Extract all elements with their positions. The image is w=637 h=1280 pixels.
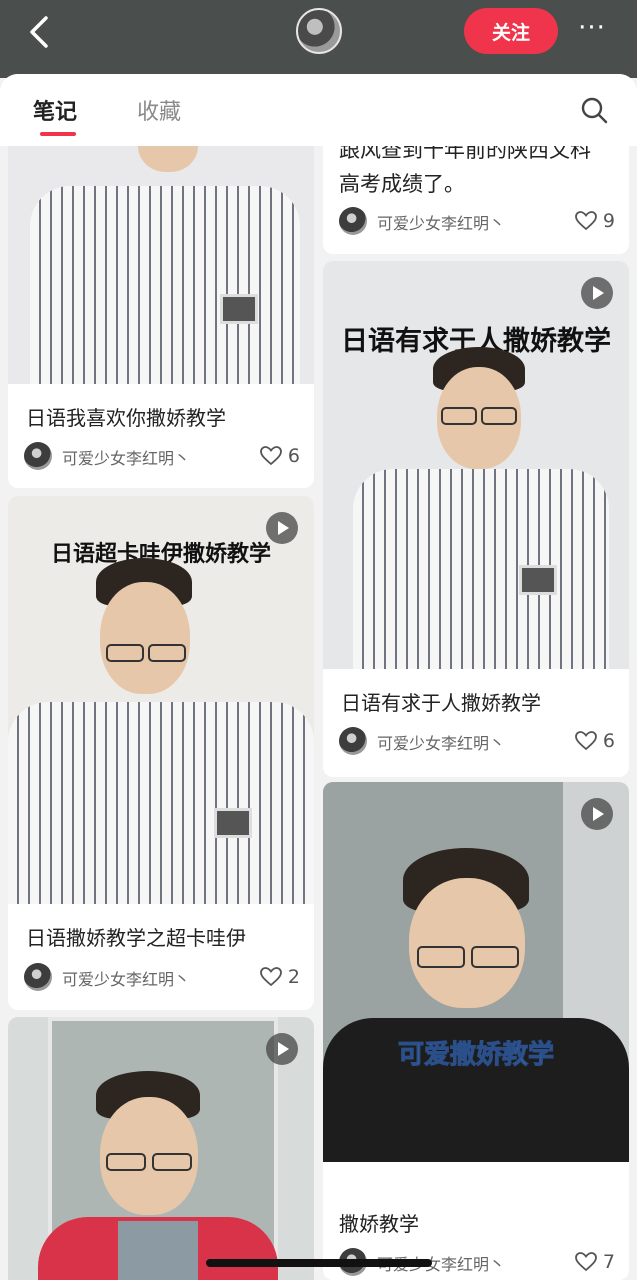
heart-icon	[575, 731, 597, 751]
note-title-line2: 高考成绩了。	[339, 172, 465, 196]
like-button[interactable]: 2	[260, 964, 300, 990]
note-title: 日语我喜欢你撒娇教学	[26, 406, 226, 430]
cover-overlay-text: 可爱撒娇教学	[397, 1040, 554, 1071]
heart-icon	[575, 211, 597, 231]
like-count: 6	[602, 730, 615, 752]
like-count: 2	[287, 966, 300, 988]
author-avatar[interactable]	[24, 963, 52, 991]
author-name[interactable]: 可爱少女李红明丶	[377, 730, 505, 754]
video-play-icon	[266, 1033, 298, 1065]
video-play-icon	[581, 277, 613, 309]
like-count: 9	[602, 210, 615, 232]
more-icon[interactable]: ···	[574, 15, 610, 44]
tab-bar: 笔记 收藏	[0, 74, 637, 146]
note-card[interactable]: 跟风查到十年前的陕西文科 高考成绩了。 可爱少女李红明丶 9	[323, 146, 629, 254]
home-indicator[interactable]	[206, 1259, 432, 1267]
active-tab-indicator	[40, 132, 76, 136]
author-name[interactable]: 可爱少女李红明丶	[62, 445, 190, 469]
note-title: 撒娇教学	[339, 1212, 419, 1236]
follow-button[interactable]: 关注	[464, 8, 558, 54]
note-cover-image	[8, 146, 314, 384]
like-button[interactable]: 6	[575, 728, 615, 754]
heart-icon	[575, 1252, 597, 1272]
author-name[interactable]: 可爱少女李红明丶	[62, 966, 190, 990]
author-avatar[interactable]	[339, 727, 367, 755]
top-bar: 关注 ···	[0, 0, 637, 78]
heart-icon	[260, 446, 282, 466]
tab-favorites[interactable]: 收藏	[137, 94, 181, 126]
note-cover-image: 可爱撒娇教学	[323, 782, 629, 1162]
note-cover-image: 日语有求于人撒娇教学	[323, 261, 629, 669]
heart-icon	[260, 967, 282, 987]
author-name[interactable]: 可爱少女李红明丶	[377, 210, 505, 234]
author-avatar[interactable]	[339, 207, 367, 235]
note-card[interactable]: 日语超卡哇伊撒娇教学 日语撒娇教学之超卡哇伊 可爱少女李红明丶 2	[8, 496, 314, 1010]
like-count: 6	[287, 445, 300, 467]
back-icon[interactable]	[22, 12, 58, 52]
note-title: 跟风查到十年前的陕西文科	[339, 146, 591, 162]
note-card[interactable]: 可爱撒娇教学 撒娇教学 可爱少女李红明丶 7	[323, 782, 629, 1280]
like-button[interactable]: 7	[575, 1249, 615, 1275]
like-count: 7	[602, 1251, 615, 1273]
note-title: 日语撒娇教学之超卡哇伊	[26, 926, 246, 950]
like-button[interactable]: 6	[260, 443, 300, 469]
profile-avatar[interactable]	[296, 8, 342, 54]
note-cover-image: 日语超卡哇伊撒娇教学	[8, 496, 314, 904]
note-card[interactable]: 日语我喜欢你撒娇教学 可爱少女李红明丶 6	[8, 146, 314, 488]
tab-notes[interactable]: 笔记	[33, 94, 77, 126]
search-icon[interactable]	[580, 96, 608, 124]
note-title: 日语有求于人撒娇教学	[341, 691, 541, 715]
note-card[interactable]	[8, 1017, 314, 1280]
like-button[interactable]: 9	[575, 208, 615, 234]
video-play-icon	[266, 512, 298, 544]
video-play-icon	[581, 798, 613, 830]
author-avatar[interactable]	[24, 442, 52, 470]
note-card[interactable]: 日语有求于人撒娇教学 日语有求于人撒娇教学 可爱少女李红明丶 6	[323, 261, 629, 777]
